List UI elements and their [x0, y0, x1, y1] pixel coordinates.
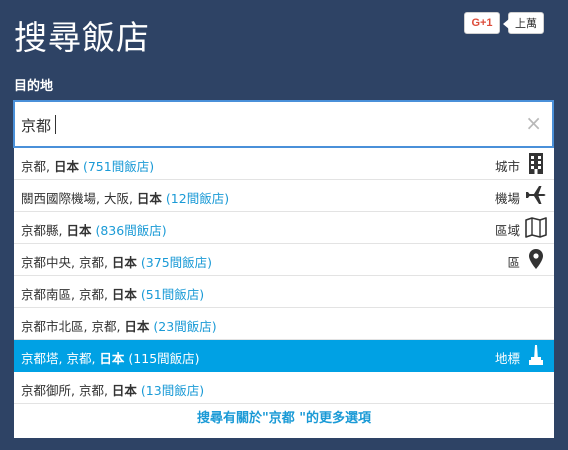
suggestion-type: 區 [507, 255, 520, 270]
suggestion-hotel-count: (12間飯店) [165, 191, 230, 206]
suggestion-text: 關西國際機場, 大阪, 日本 (12間飯店) [21, 188, 229, 207]
more-options-link[interactable]: 搜尋有關於"京都 "的更多選項 [14, 404, 554, 438]
suggestion-row[interactable]: 京都中央, 京都, 日本 (375間飯店) 區 [14, 244, 554, 276]
suggestion-text: 京都御所, 京都, 日本 (13間飯店) [21, 380, 204, 399]
suggestion-type: 區域 [494, 223, 520, 238]
suggestion-row[interactable]: 京都市北區, 京都, 日本 (23間飯店) [14, 308, 554, 340]
text-caret [55, 115, 56, 134]
building-icon [525, 152, 547, 174]
suggestion-type: 機場 [494, 191, 520, 206]
suggestion-row[interactable]: 京都塔, 京都, 日本 (115間飯店) 地標 [14, 340, 554, 372]
suggestion-row[interactable]: 京都南區, 京都, 日本 (51間飯店) [14, 276, 554, 308]
google-plus-one-button[interactable]: G+1 [464, 12, 500, 34]
suggestion-place: 京都, [21, 159, 54, 174]
suggestion-hotel-count: (13間飯店) [140, 383, 205, 398]
destination-input[interactable]: 京都 × [13, 100, 554, 148]
location-pin-icon [525, 248, 547, 270]
suggestion-country: 日本 [111, 287, 137, 302]
suggestion-hotel-count: (375間飯店) [140, 255, 213, 270]
suggestion-place: 關西國際機場, 大阪, [21, 191, 137, 206]
suggestion-text: 京都塔, 京都, 日本 (115間飯店) [21, 348, 200, 367]
airplane-icon [525, 184, 547, 206]
destination-input-value[interactable]: 京都 [21, 115, 51, 136]
suggestion-row[interactable]: 京都, 日本 (751間飯店) 城市 [14, 148, 554, 180]
google-plus-count: 上萬 [503, 12, 544, 34]
suggestion-row[interactable]: 關西國際機場, 大阪, 日本 (12間飯店) 機場 [14, 180, 554, 212]
suggestion-row[interactable]: 京都縣, 日本 (836間飯店) 區域 [14, 212, 554, 244]
suggestion-dropdown: 京都, 日本 (751間飯店) 城市關西國際機場, 大阪, 日本 (12間飯店) 機… [14, 148, 554, 438]
suggestion-country: 日本 [111, 383, 137, 398]
suggestion-country: 日本 [111, 255, 137, 270]
suggestion-hotel-count: (836間飯店) [95, 223, 167, 238]
page-title: 搜尋飯店 [14, 18, 150, 57]
suggestion-type: 地標 [494, 351, 520, 366]
suggestion-place: 京都縣, [21, 223, 67, 238]
suggestion-place: 京都南區, 京都, [21, 287, 112, 302]
suggestion-place: 京都市北區, 京都, [21, 319, 125, 334]
suggestion-text: 京都, 日本 (751間飯店) [21, 156, 154, 175]
map-icon [525, 216, 547, 238]
suggestion-country: 日本 [99, 351, 125, 366]
suggestion-text: 京都市北區, 京都, 日本 (23間飯店) [21, 316, 217, 335]
suggestion-hotel-count: (751間飯店) [82, 159, 155, 174]
suggestion-text: 京都縣, 日本 (836間飯店) [21, 220, 167, 239]
suggestion-country: 日本 [136, 191, 162, 206]
suggestion-text: 京都南區, 京都, 日本 (51間飯店) [21, 284, 204, 303]
suggestion-country: 日本 [124, 319, 150, 334]
suggestion-place: 京都塔, 京都, [21, 351, 100, 366]
suggestion-hotel-count: (23間飯店) [153, 319, 217, 334]
destination-label: 目的地 [14, 79, 54, 94]
suggestion-type: 城市 [494, 159, 520, 174]
suggestion-country: 日本 [53, 159, 79, 174]
suggestion-place: 京都御所, 京都, [21, 383, 112, 398]
landmark-icon [525, 344, 547, 366]
suggestion-place: 京都中央, 京都, [21, 255, 112, 270]
suggestion-row[interactable]: 京都御所, 京都, 日本 (13間飯店) [14, 372, 554, 404]
suggestion-hotel-count: (115間飯店) [128, 351, 200, 366]
hotel-search-panel: 搜尋飯店 G+1 上萬 目的地 京都 × 京都, 日本 (751間飯店) 城市關西… [0, 0, 568, 450]
clear-icon[interactable]: × [525, 113, 542, 133]
suggestion-text: 京都中央, 京都, 日本 (375間飯店) [21, 252, 212, 271]
suggestion-hotel-count: (51間飯店) [140, 287, 205, 302]
suggestion-country: 日本 [66, 223, 92, 238]
